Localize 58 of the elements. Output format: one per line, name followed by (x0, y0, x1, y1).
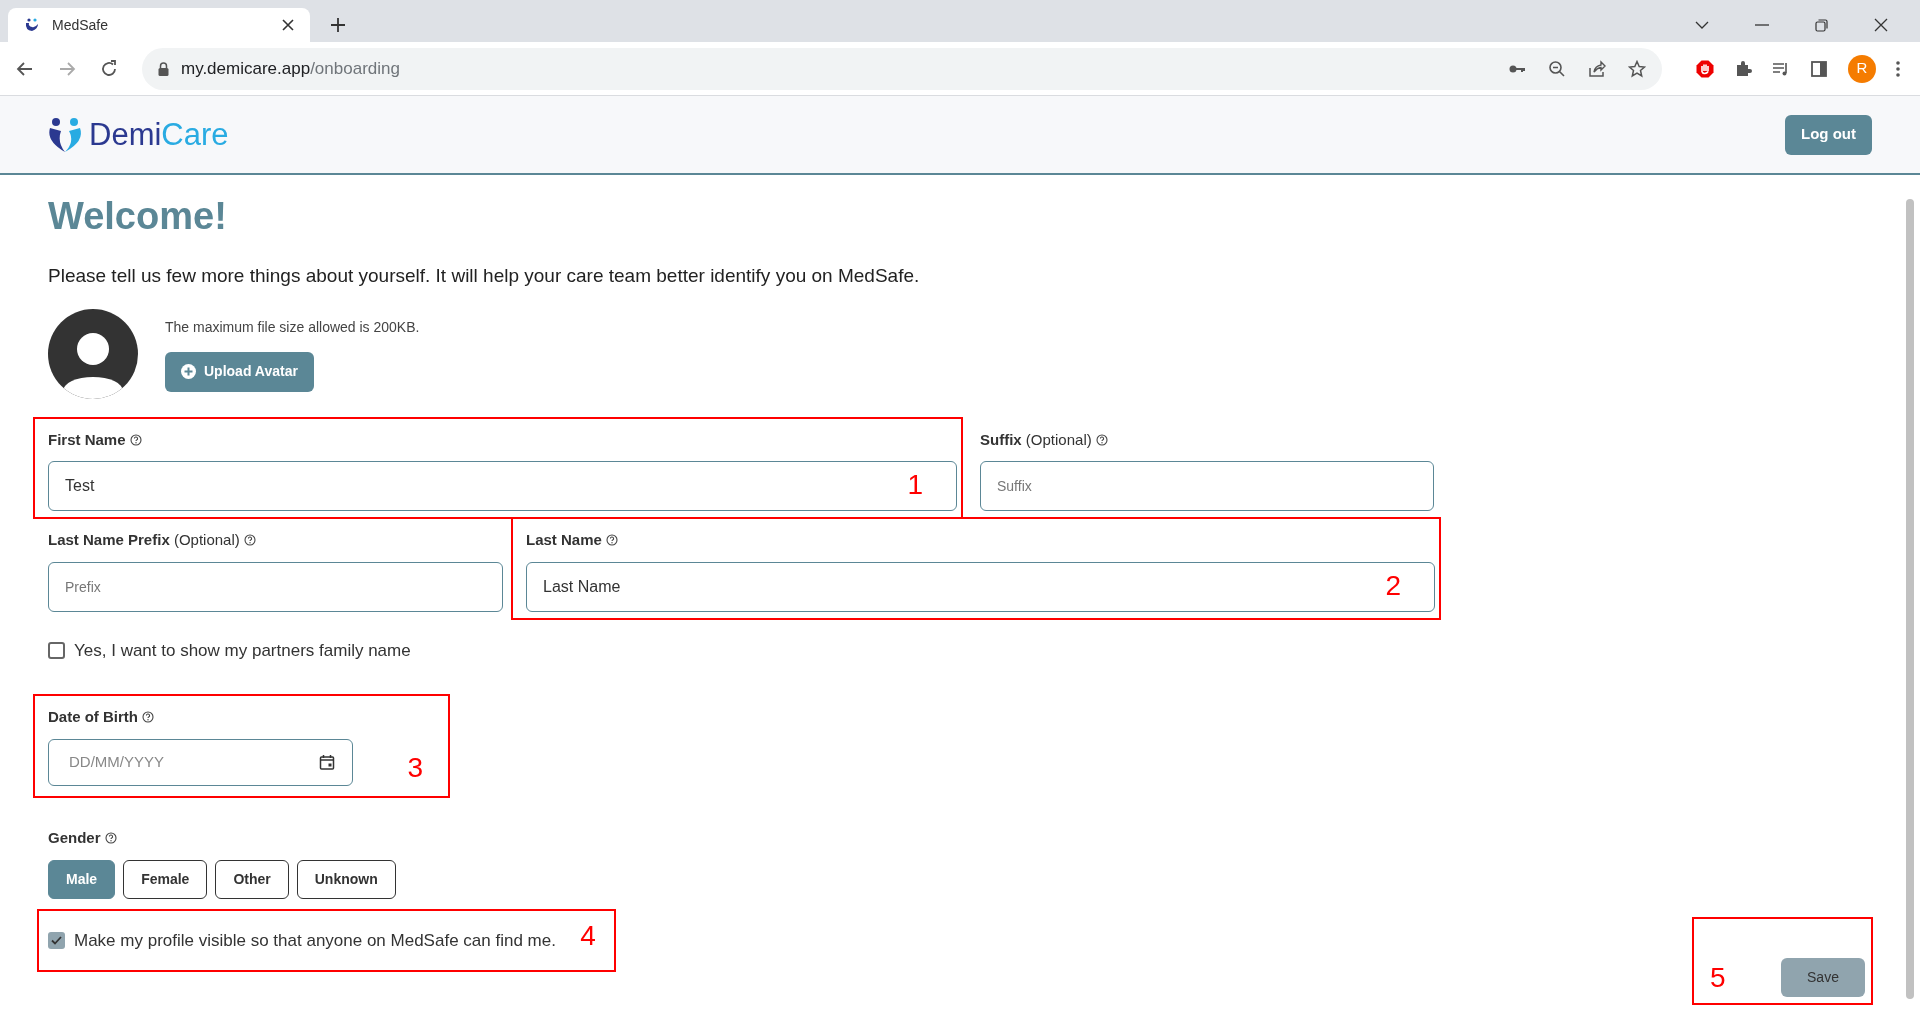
field-label: Suffix (Optional) (980, 428, 1434, 451)
checkbox-label: Make my profile visible so that anyone on MedSafe can find me. (74, 930, 556, 952)
help-icon[interactable] (129, 433, 142, 446)
annotation-number: 2 (1385, 571, 1401, 600)
scrollbar-thumb[interactable] (1906, 199, 1914, 999)
annotation-number: 3 (407, 753, 423, 782)
help-icon[interactable] (142, 711, 154, 723)
puzzle-icon[interactable] (1734, 59, 1752, 78)
file-size-note: The maximum file size allowed is 200KB. (165, 317, 420, 337)
upload-avatar-button[interactable]: Upload Avatar (165, 351, 314, 392)
address-bar[interactable]: my.demicare.app/onboarding (142, 47, 1662, 90)
date-field[interactable]: DD/MM/YYYY (48, 738, 353, 786)
logout-button[interactable]: Log out (1785, 114, 1872, 155)
reload-icon[interactable] (100, 59, 118, 78)
restore-icon[interactable] (1815, 18, 1828, 32)
field-label: Date of Birth (48, 706, 353, 729)
close-icon[interactable] (282, 19, 294, 31)
url-text: my.demicare.app/onboarding (181, 57, 400, 80)
gender-option[interactable]: Other (215, 860, 289, 899)
help-icon[interactable] (104, 831, 117, 844)
star-icon[interactable] (1628, 59, 1646, 78)
lock-icon (158, 61, 169, 76)
date-placeholder: DD/MM/YYYY (69, 751, 164, 772)
field-label: First Name (48, 428, 957, 451)
page-title: Welcome! (48, 197, 228, 235)
gender-option[interactable]: Female (123, 860, 208, 899)
site-logo-icon (24, 18, 40, 32)
field-label: Last Name (526, 529, 1435, 552)
help-icon[interactable] (1095, 433, 1108, 446)
tab-title: MedSafe (52, 15, 110, 35)
help-icon[interactable] (243, 534, 256, 546)
new-tab-icon[interactable] (330, 17, 346, 33)
annotation-number: 4 (580, 922, 596, 950)
calendar-icon[interactable] (319, 754, 335, 770)
close-icon[interactable] (1874, 18, 1888, 32)
text-field[interactable]: Suffix (980, 461, 1434, 511)
gender-option[interactable]: Unknown (296, 860, 396, 899)
intro-text: Please tell us few more things about yourself. It will help your care team better identify you on MedSafe. (48, 264, 921, 288)
annotation-number: 1 (907, 471, 923, 499)
gender-option[interactable]: Male (48, 860, 116, 899)
checkbox[interactable] (48, 932, 65, 950)
checkbox[interactable] (48, 641, 65, 659)
side-panel-icon[interactable] (1810, 59, 1828, 78)
field-label: Last Name Prefix (Optional) (48, 529, 503, 552)
check-icon (51, 936, 62, 946)
annotation-number: 5 (1710, 964, 1726, 992)
zoom-out-icon[interactable] (1548, 59, 1566, 78)
share-icon[interactable] (1588, 59, 1606, 78)
text-field[interactable]: Prefix (48, 561, 503, 612)
help-icon[interactable] (605, 534, 618, 546)
back-arrow-icon[interactable] (16, 59, 34, 78)
field-label: Gender (48, 826, 1440, 849)
checkbox-label: Yes, I want to show my partners family name (74, 639, 411, 662)
logo-text: DemiCare (89, 119, 229, 150)
browser-tab[interactable]: MedSafe (8, 8, 310, 42)
chevron-down-icon[interactable] (1695, 21, 1709, 29)
plus-circle-icon (181, 364, 196, 379)
more-menu-icon[interactable] (1896, 60, 1900, 77)
